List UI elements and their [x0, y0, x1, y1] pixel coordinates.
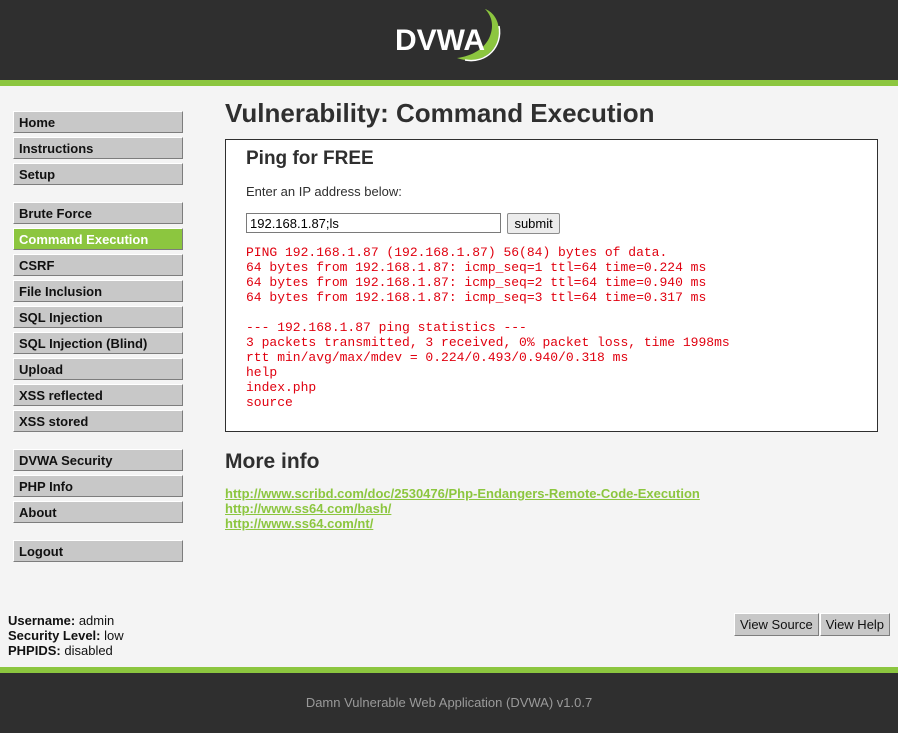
- security-level-row: Security Level: low: [8, 628, 124, 643]
- phpids-value: disabled: [64, 643, 113, 658]
- more-info-title: More info: [225, 450, 320, 473]
- menu-item-instructions[interactable]: Instructions: [13, 137, 183, 159]
- menu-item-php-info[interactable]: PHP Info: [13, 475, 183, 497]
- header-bar: DVWA: [0, 0, 898, 86]
- security-level-label: Security Level:: [8, 628, 101, 643]
- link-ss64-nt[interactable]: http://www.ss64.com/nt/: [225, 516, 878, 531]
- command-output: PING 192.168.1.87 (192.168.1.87) 56(84) …: [246, 245, 730, 410]
- user-info: Username: admin Security Level: low PHPI…: [8, 613, 124, 658]
- menu-item-xss-stored[interactable]: XSS stored: [13, 410, 183, 432]
- link-ss64-bash[interactable]: http://www.ss64.com/bash/: [225, 501, 878, 516]
- view-help-button[interactable]: View Help: [819, 613, 891, 636]
- view-source-button[interactable]: View Source: [734, 613, 819, 636]
- submit-button[interactable]: submit: [507, 213, 560, 234]
- menu-item-sql-injection[interactable]: SQL Injection: [13, 306, 183, 328]
- footer-bar: Damn Vulnerable Web Application (DVWA) v…: [0, 667, 898, 733]
- menu-item-command-execution[interactable]: Command Execution: [13, 228, 183, 250]
- username-label: Username:: [8, 613, 76, 628]
- svg-text:DVWA: DVWA: [395, 24, 485, 57]
- page-buttons: View Source View Help: [733, 613, 891, 636]
- more-info-links: http://www.scribd.com/doc/2530476/Php-En…: [225, 486, 878, 531]
- menu-group: Logout: [13, 540, 183, 562]
- menu-item-home[interactable]: Home: [13, 111, 183, 133]
- phpids-row: PHPIDS: disabled: [8, 643, 124, 658]
- menu-item-about[interactable]: About: [13, 501, 183, 523]
- ping-form: submit: [246, 213, 857, 235]
- footer-text: Damn Vulnerable Web Application (DVWA) v…: [305, 695, 593, 710]
- menu-item-xss-reflected[interactable]: XSS reflected: [13, 384, 183, 406]
- box-title: Ping for FREE: [246, 148, 374, 169]
- side-menu: Home Instructions Setup Brute Force Command …: [13, 111, 183, 579]
- menu-item-brute-force[interactable]: Brute Force: [13, 202, 183, 224]
- dvwa-logo[interactable]: DVWA: [395, 6, 505, 72]
- phpids-label: PHPIDS:: [8, 643, 61, 658]
- menu-item-upload[interactable]: Upload: [13, 358, 183, 380]
- ip-input[interactable]: [246, 213, 501, 233]
- menu-group: Brute Force Command Execution CSRF File Inc…: [13, 202, 183, 432]
- menu-group: DVWA Security PHP Info About: [13, 449, 183, 523]
- menu-item-sql-injection-blind[interactable]: SQL Injection (Blind): [13, 332, 183, 354]
- username-row: Username: admin: [8, 613, 124, 628]
- ip-prompt-label: Enter an IP address below:: [246, 184, 402, 199]
- menu-group: Home Instructions Setup: [13, 111, 183, 185]
- ping-box: Ping for FREE Enter an IP address below:…: [225, 139, 878, 432]
- link-scribd[interactable]: http://www.scribd.com/doc/2530476/Php-En…: [225, 486, 878, 501]
- dvwa-logo-icon: DVWA: [395, 9, 501, 62]
- main-content: Vulnerability: Command Execution Ping fo…: [225, 94, 878, 531]
- menu-item-logout[interactable]: Logout: [13, 540, 183, 562]
- menu-item-dvwa-security[interactable]: DVWA Security: [13, 449, 183, 471]
- menu-item-csrf[interactable]: CSRF: [13, 254, 183, 276]
- menu-item-setup[interactable]: Setup: [13, 163, 183, 185]
- username-value: admin: [78, 613, 115, 628]
- menu-item-file-inclusion[interactable]: File Inclusion: [13, 280, 183, 302]
- page-title: Vulnerability: Command Execution: [225, 98, 655, 128]
- security-level-value: low: [104, 628, 124, 643]
